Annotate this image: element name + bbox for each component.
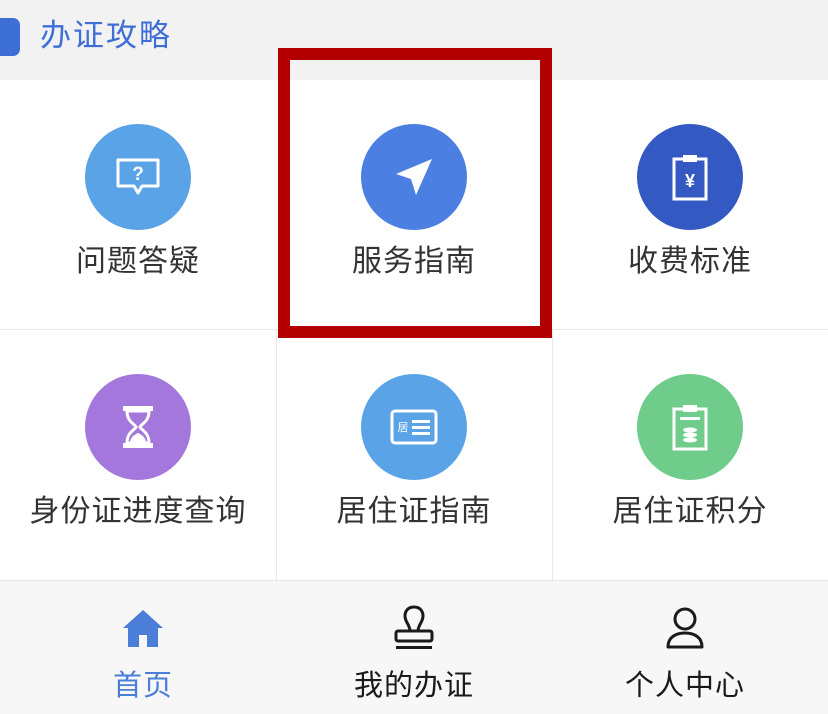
bottom-tab-bar: 首页 我的办证 个人中心 bbox=[0, 580, 828, 714]
svg-text:?: ? bbox=[132, 164, 144, 185]
grid-divider bbox=[276, 330, 277, 580]
grid-item-label: 居住证积分 bbox=[612, 494, 768, 529]
svg-text:¥: ¥ bbox=[685, 171, 695, 191]
tab-label: 我的办证 bbox=[353, 668, 474, 702]
tab-label: 首页 bbox=[112, 668, 173, 702]
grid-divider bbox=[0, 329, 828, 330]
person-icon bbox=[660, 603, 710, 653]
section-title: 办证攻略 bbox=[40, 18, 172, 54]
grid-item-id-progress[interactable]: 身份证进度查询 bbox=[0, 330, 276, 580]
residence-card-icon: 居 bbox=[361, 374, 467, 480]
tab-personal-center[interactable]: 个人中心 bbox=[547, 581, 823, 714]
grid-divider bbox=[552, 330, 553, 580]
grid-item-residence-points[interactable]: 居住证积分 bbox=[552, 330, 828, 580]
tab-home[interactable]: 首页 bbox=[5, 581, 281, 714]
grid-item-label: 收费标准 bbox=[628, 244, 752, 279]
grid-item-label: 身份证进度查询 bbox=[29, 494, 247, 529]
header-accent-bar bbox=[0, 18, 20, 56]
hourglass-icon bbox=[85, 374, 191, 480]
tab-my-applications[interactable]: 我的办证 bbox=[276, 581, 552, 714]
tab-label: 个人中心 bbox=[624, 668, 745, 702]
send-arrow-icon bbox=[361, 124, 467, 230]
grid-item-service-guide[interactable]: 服务指南 bbox=[276, 80, 552, 330]
grid-item-label: 服务指南 bbox=[352, 244, 476, 279]
grid-item-label: 问题答疑 bbox=[76, 244, 200, 279]
section-header: 办证攻略 bbox=[0, 0, 828, 80]
fee-clipboard-icon: ¥ bbox=[637, 124, 743, 230]
grid-item-faq[interactable]: ? 问题答疑 bbox=[0, 80, 276, 330]
question-bubble-icon: ? bbox=[85, 124, 191, 230]
grid-item-label: 居住证指南 bbox=[336, 494, 492, 529]
points-clipboard-icon bbox=[637, 374, 743, 480]
home-icon bbox=[118, 603, 168, 653]
service-grid: ? 问题答疑 服务指南 ¥ 收费标准 身份证进度查询 居 居住证指南 居住证积分 bbox=[0, 80, 828, 580]
grid-item-residence-guide[interactable]: 居 居住证指南 bbox=[276, 330, 552, 580]
stamp-icon bbox=[389, 603, 439, 653]
svg-text:居: 居 bbox=[398, 421, 409, 434]
grid-item-fee-standard[interactable]: ¥ 收费标准 bbox=[552, 80, 828, 330]
